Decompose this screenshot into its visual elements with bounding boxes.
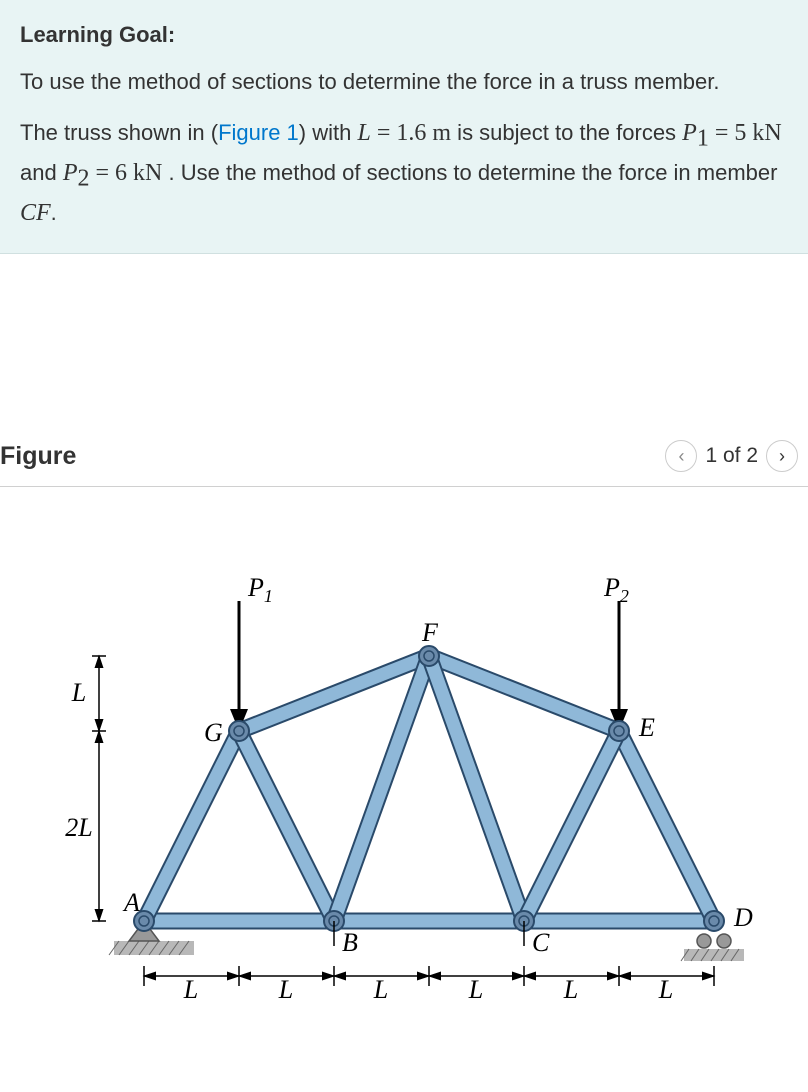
svg-text:L: L: [183, 975, 198, 1004]
problem-after-link: ) with: [299, 120, 358, 145]
L-value: = 1.6: [371, 120, 433, 146]
figure-header: Figure ‹ 1 of 2 ›: [0, 424, 808, 487]
problem-mid1: is subject to the forces: [451, 120, 682, 145]
svg-text:L: L: [373, 975, 388, 1004]
dimension-horizontal: L L L L L L: [144, 966, 714, 1004]
sub-P1: 1: [697, 125, 709, 151]
label-F: F: [421, 618, 439, 647]
prev-figure-button[interactable]: ‹: [665, 440, 697, 472]
support-roller-D: [681, 934, 744, 961]
problem-statement: Learning Goal: To use the method of sect…: [0, 0, 808, 254]
label-B: B: [342, 928, 358, 957]
dim-2L-label: 2L: [65, 813, 92, 842]
label-G: G: [204, 718, 223, 747]
var-L: L: [357, 120, 370, 146]
truss-members: [144, 656, 714, 921]
figure-pager: ‹ 1 of 2 ›: [665, 440, 798, 472]
chevron-left-icon: ‹: [678, 446, 684, 467]
svg-text:P2: P2: [603, 573, 629, 606]
figure-link[interactable]: Figure 1: [218, 120, 299, 145]
load-P2: P2: [603, 573, 629, 731]
var-P2: P: [63, 160, 78, 186]
figure-title: Figure: [0, 442, 76, 471]
label-A: A: [122, 888, 140, 917]
label-C: C: [532, 928, 550, 957]
problem-and: and: [20, 160, 63, 185]
label-E: E: [638, 713, 655, 742]
truss-figure: L 2L L L L L L L: [0, 511, 808, 1051]
load-P1: P1: [230, 573, 273, 731]
joints: [134, 646, 724, 946]
chevron-right-icon: ›: [779, 446, 785, 467]
problem-prefix: The truss shown in (: [20, 120, 218, 145]
L-unit: m: [432, 120, 451, 146]
P1-unit: kN: [752, 120, 781, 146]
member-label: CF: [20, 200, 51, 226]
svg-text:L: L: [563, 975, 578, 1004]
learning-goal-text: To use the method of sections to determi…: [20, 66, 788, 98]
P2-value: = 6: [90, 160, 134, 186]
problem-description: The truss shown in (Figure 1) with L = 1…: [20, 116, 788, 231]
problem-period: .: [51, 200, 57, 225]
dimension-vertical: L 2L: [65, 656, 106, 921]
P2-unit: kN: [133, 160, 162, 186]
next-figure-button[interactable]: ›: [766, 440, 798, 472]
P1-value: = 5: [709, 120, 753, 146]
sub-P2: 2: [78, 165, 90, 191]
var-P1: P: [682, 120, 697, 146]
svg-text:L: L: [278, 975, 293, 1004]
problem-end1: . Use the method of sections to determin…: [162, 160, 777, 185]
svg-text:L: L: [468, 975, 483, 1004]
label-D: D: [733, 903, 753, 932]
svg-text:P1: P1: [247, 573, 273, 606]
dim-L-label: L: [71, 678, 86, 707]
svg-text:L: L: [658, 975, 673, 1004]
pager-text: 1 of 2: [705, 444, 758, 468]
learning-goal-title: Learning Goal:: [20, 22, 788, 48]
